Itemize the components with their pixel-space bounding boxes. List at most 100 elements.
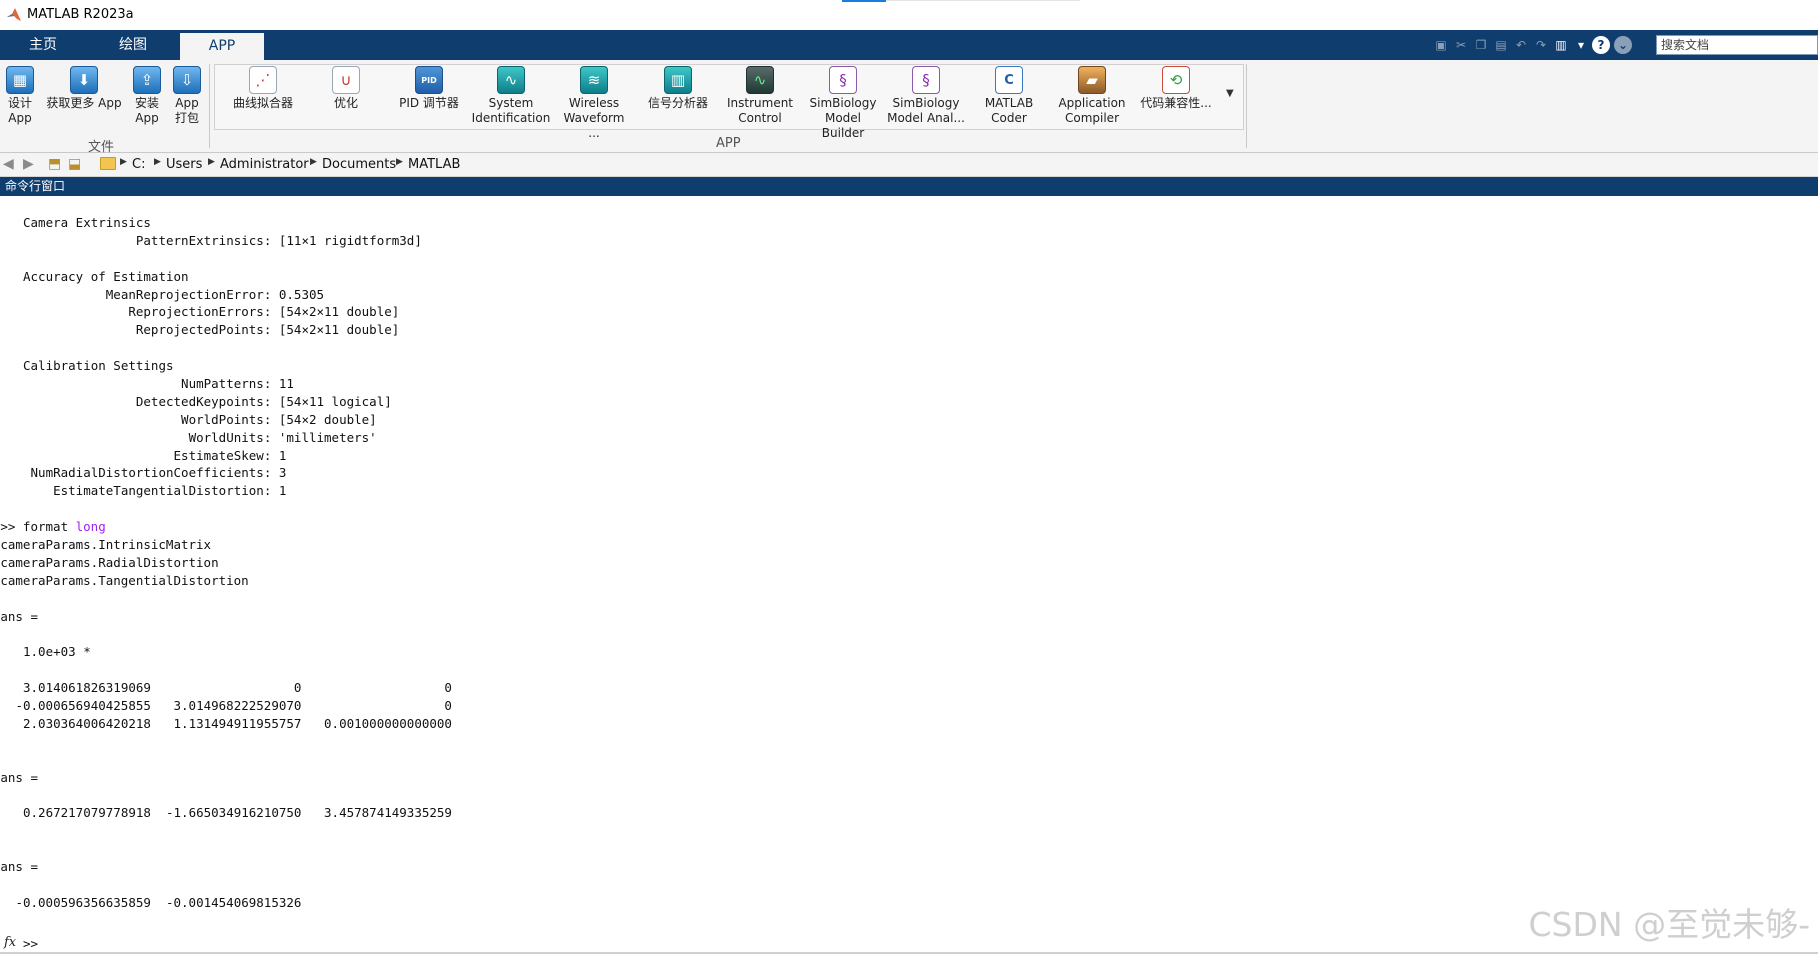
command-window-header[interactable]: 命令行窗口	[0, 177, 1818, 196]
breadcrumb-item[interactable]: Administrator	[220, 157, 309, 172]
console-text: WorldUnits: 'millimeters'	[23, 429, 377, 445]
expand-icon[interactable]: ⌄	[1614, 36, 1632, 54]
title-accent	[842, 0, 886, 2]
console-text: ReprojectionErrors: [54×2×11 double]	[23, 304, 400, 320]
ribbon: ▦ 设计 App ⬇ 获取更多 App ⇪ 安装 App ⇩ App 打包 文件…	[0, 60, 1818, 155]
cut-icon[interactable]: ✂	[1452, 36, 1470, 54]
breadcrumb-separator-icon: ▶	[120, 157, 127, 167]
install-app-icon: ⇪	[133, 66, 161, 94]
breadcrumb-separator-icon: ▶	[154, 157, 161, 167]
simbiology-model-builder-button[interactable]: § SimBiology Model Builder	[802, 66, 884, 141]
console-text: MeanReprojectionError: 0.5305	[23, 286, 325, 302]
breadcrumb-item[interactable]: MATLAB	[408, 157, 460, 172]
button-label: Model Anal...	[887, 111, 965, 125]
app-gallery-expand-icon[interactable]: ▼	[1226, 88, 1234, 99]
console-line: ans =	[0, 608, 452, 626]
redo-icon[interactable]: ↷	[1532, 36, 1550, 54]
breadcrumb-separator-icon: ▶	[310, 157, 317, 167]
install-app-button[interactable]: ⇪ 安装 App	[130, 66, 164, 126]
command-prompt[interactable]: >>	[23, 936, 38, 951]
application-compiler-icon: ▰	[1078, 66, 1106, 94]
paste-icon[interactable]: ▤	[1492, 36, 1510, 54]
breadcrumb-item[interactable]: Users	[166, 157, 202, 172]
console-line: Calibration Settings	[23, 357, 452, 375]
app-group-label: APP	[716, 136, 741, 151]
wireless-waveform-button[interactable]: ≋ Wireless Waveform ...	[556, 66, 632, 141]
tab-home[interactable]: 主页	[0, 30, 86, 60]
console-line: -0.000596356635859 -0.001454069815326	[15, 894, 452, 912]
help-dropdown-icon[interactable]: ▾	[1572, 36, 1590, 54]
design-app-button[interactable]: ▦ 设计 App	[2, 66, 38, 126]
console-line: PatternExtrinsics: [11×1 rigidtform3d]	[23, 232, 452, 250]
back-arrow-icon[interactable]: ◀	[3, 156, 14, 172]
tab-plots[interactable]: 绘图	[86, 30, 180, 60]
save-icon[interactable]: ▣	[1432, 36, 1450, 54]
console-text: -0.000596356635859 -0.001454069815326	[15, 894, 302, 910]
application-compiler-button[interactable]: ▰ Application Compiler	[1052, 66, 1132, 126]
console-line: MeanReprojectionError: 0.5305	[23, 286, 452, 304]
signal-analyzer-icon: ▥	[664, 66, 692, 94]
button-label: 优化	[333, 96, 358, 110]
command-window[interactable]: Camera Extrinsics PatternExtrinsics: [11…	[0, 196, 1818, 954]
button-label: Compiler	[1064, 111, 1119, 125]
code-compatibility-icon: ⟲	[1162, 66, 1190, 94]
simbiology-builder-icon: §	[829, 66, 857, 94]
curve-fitter-icon: ⋰	[249, 66, 277, 94]
console-text: Camera Extrinsics	[23, 215, 151, 230]
matlab-logo-icon	[7, 8, 21, 21]
system-identification-button[interactable]: ∿ System Identification	[470, 66, 552, 126]
console-line: Camera Extrinsics	[23, 214, 452, 232]
group-separator	[209, 64, 210, 148]
button-label: Coder	[991, 111, 1027, 125]
console-line: >> format long	[0, 518, 452, 536]
forward-arrow-icon[interactable]: ▶	[23, 156, 34, 172]
console-text: 1.0e+03 *	[23, 644, 91, 660]
console-line: cameraParams.IntrinsicMatrix	[0, 536, 452, 554]
code-compatibility-button[interactable]: ⟲ 代码兼容性...	[1136, 66, 1216, 111]
matlab-coder-button[interactable]: C MATLAB Coder	[970, 66, 1048, 126]
console-text: EstimateTangentialDistortion: 1	[23, 483, 287, 499]
window-title: MATLAB R2023a	[27, 7, 134, 22]
package-app-button[interactable]: ⇩ App 打包	[170, 66, 204, 126]
signal-analyzer-button[interactable]: ▥ 信号分析器	[640, 66, 716, 111]
switch-windows-icon[interactable]: ▥	[1552, 36, 1570, 54]
console-text: WorldPoints: [54×2 double]	[23, 411, 377, 427]
curve-fitter-button[interactable]: ⋰ 曲线拟合器	[226, 66, 300, 111]
console-text: Accuracy of Estimation	[23, 268, 189, 284]
console-text: PatternExtrinsics: [11×1 rigidtform3d]	[23, 232, 422, 248]
console-text: ans =	[0, 769, 38, 785]
button-label: Instrument	[726, 96, 794, 110]
button-label: 设计	[7, 96, 32, 110]
pid-tuner-button[interactable]: PID PID 调节器	[392, 66, 466, 111]
breadcrumb-item[interactable]: C:	[132, 157, 145, 172]
console-text: DetectedKeypoints: [54×11 logical]	[23, 393, 392, 409]
fx-icon[interactable]: fx	[4, 935, 16, 950]
button-label: 打包	[174, 111, 199, 125]
console-line: 3.014061826319069 0 0	[23, 679, 452, 697]
button-label: Wireless	[568, 96, 620, 110]
simbiology-model-analyzer-button[interactable]: § SimBiology Model Anal...	[886, 66, 966, 126]
breadcrumb-item[interactable]: Documents	[322, 157, 396, 172]
browse-folder-icon[interactable]: ⬓	[68, 156, 81, 172]
console-line: ans =	[0, 769, 452, 787]
search-documentation-input[interactable]: 搜索文档	[1656, 35, 1818, 55]
console-line: NumPatterns: 11	[23, 375, 452, 393]
get-more-apps-button[interactable]: ⬇ 获取更多 App	[44, 66, 124, 111]
help-icon[interactable]: ?	[1592, 36, 1610, 54]
console-line: 0.267217079778918 -1.665034916210750 3.4…	[23, 804, 452, 822]
title-bar: MATLAB R2023a	[0, 0, 1818, 30]
tab-apps[interactable]: APP	[180, 33, 264, 60]
console-line: NumRadialDistortionCoefficients: 3	[23, 464, 452, 482]
instrument-control-button[interactable]: ∿ Instrument Control	[720, 66, 800, 126]
up-folder-icon[interactable]: ⬒	[48, 156, 61, 172]
design-app-icon: ▦	[6, 66, 34, 94]
copy-icon[interactable]: ❐	[1472, 36, 1490, 54]
group-separator	[1246, 64, 1247, 148]
optimization-button[interactable]: ∪ 优化	[310, 66, 382, 111]
console-line: cameraParams.TangentialDistortion	[0, 572, 452, 590]
undo-icon[interactable]: ↶	[1512, 36, 1530, 54]
